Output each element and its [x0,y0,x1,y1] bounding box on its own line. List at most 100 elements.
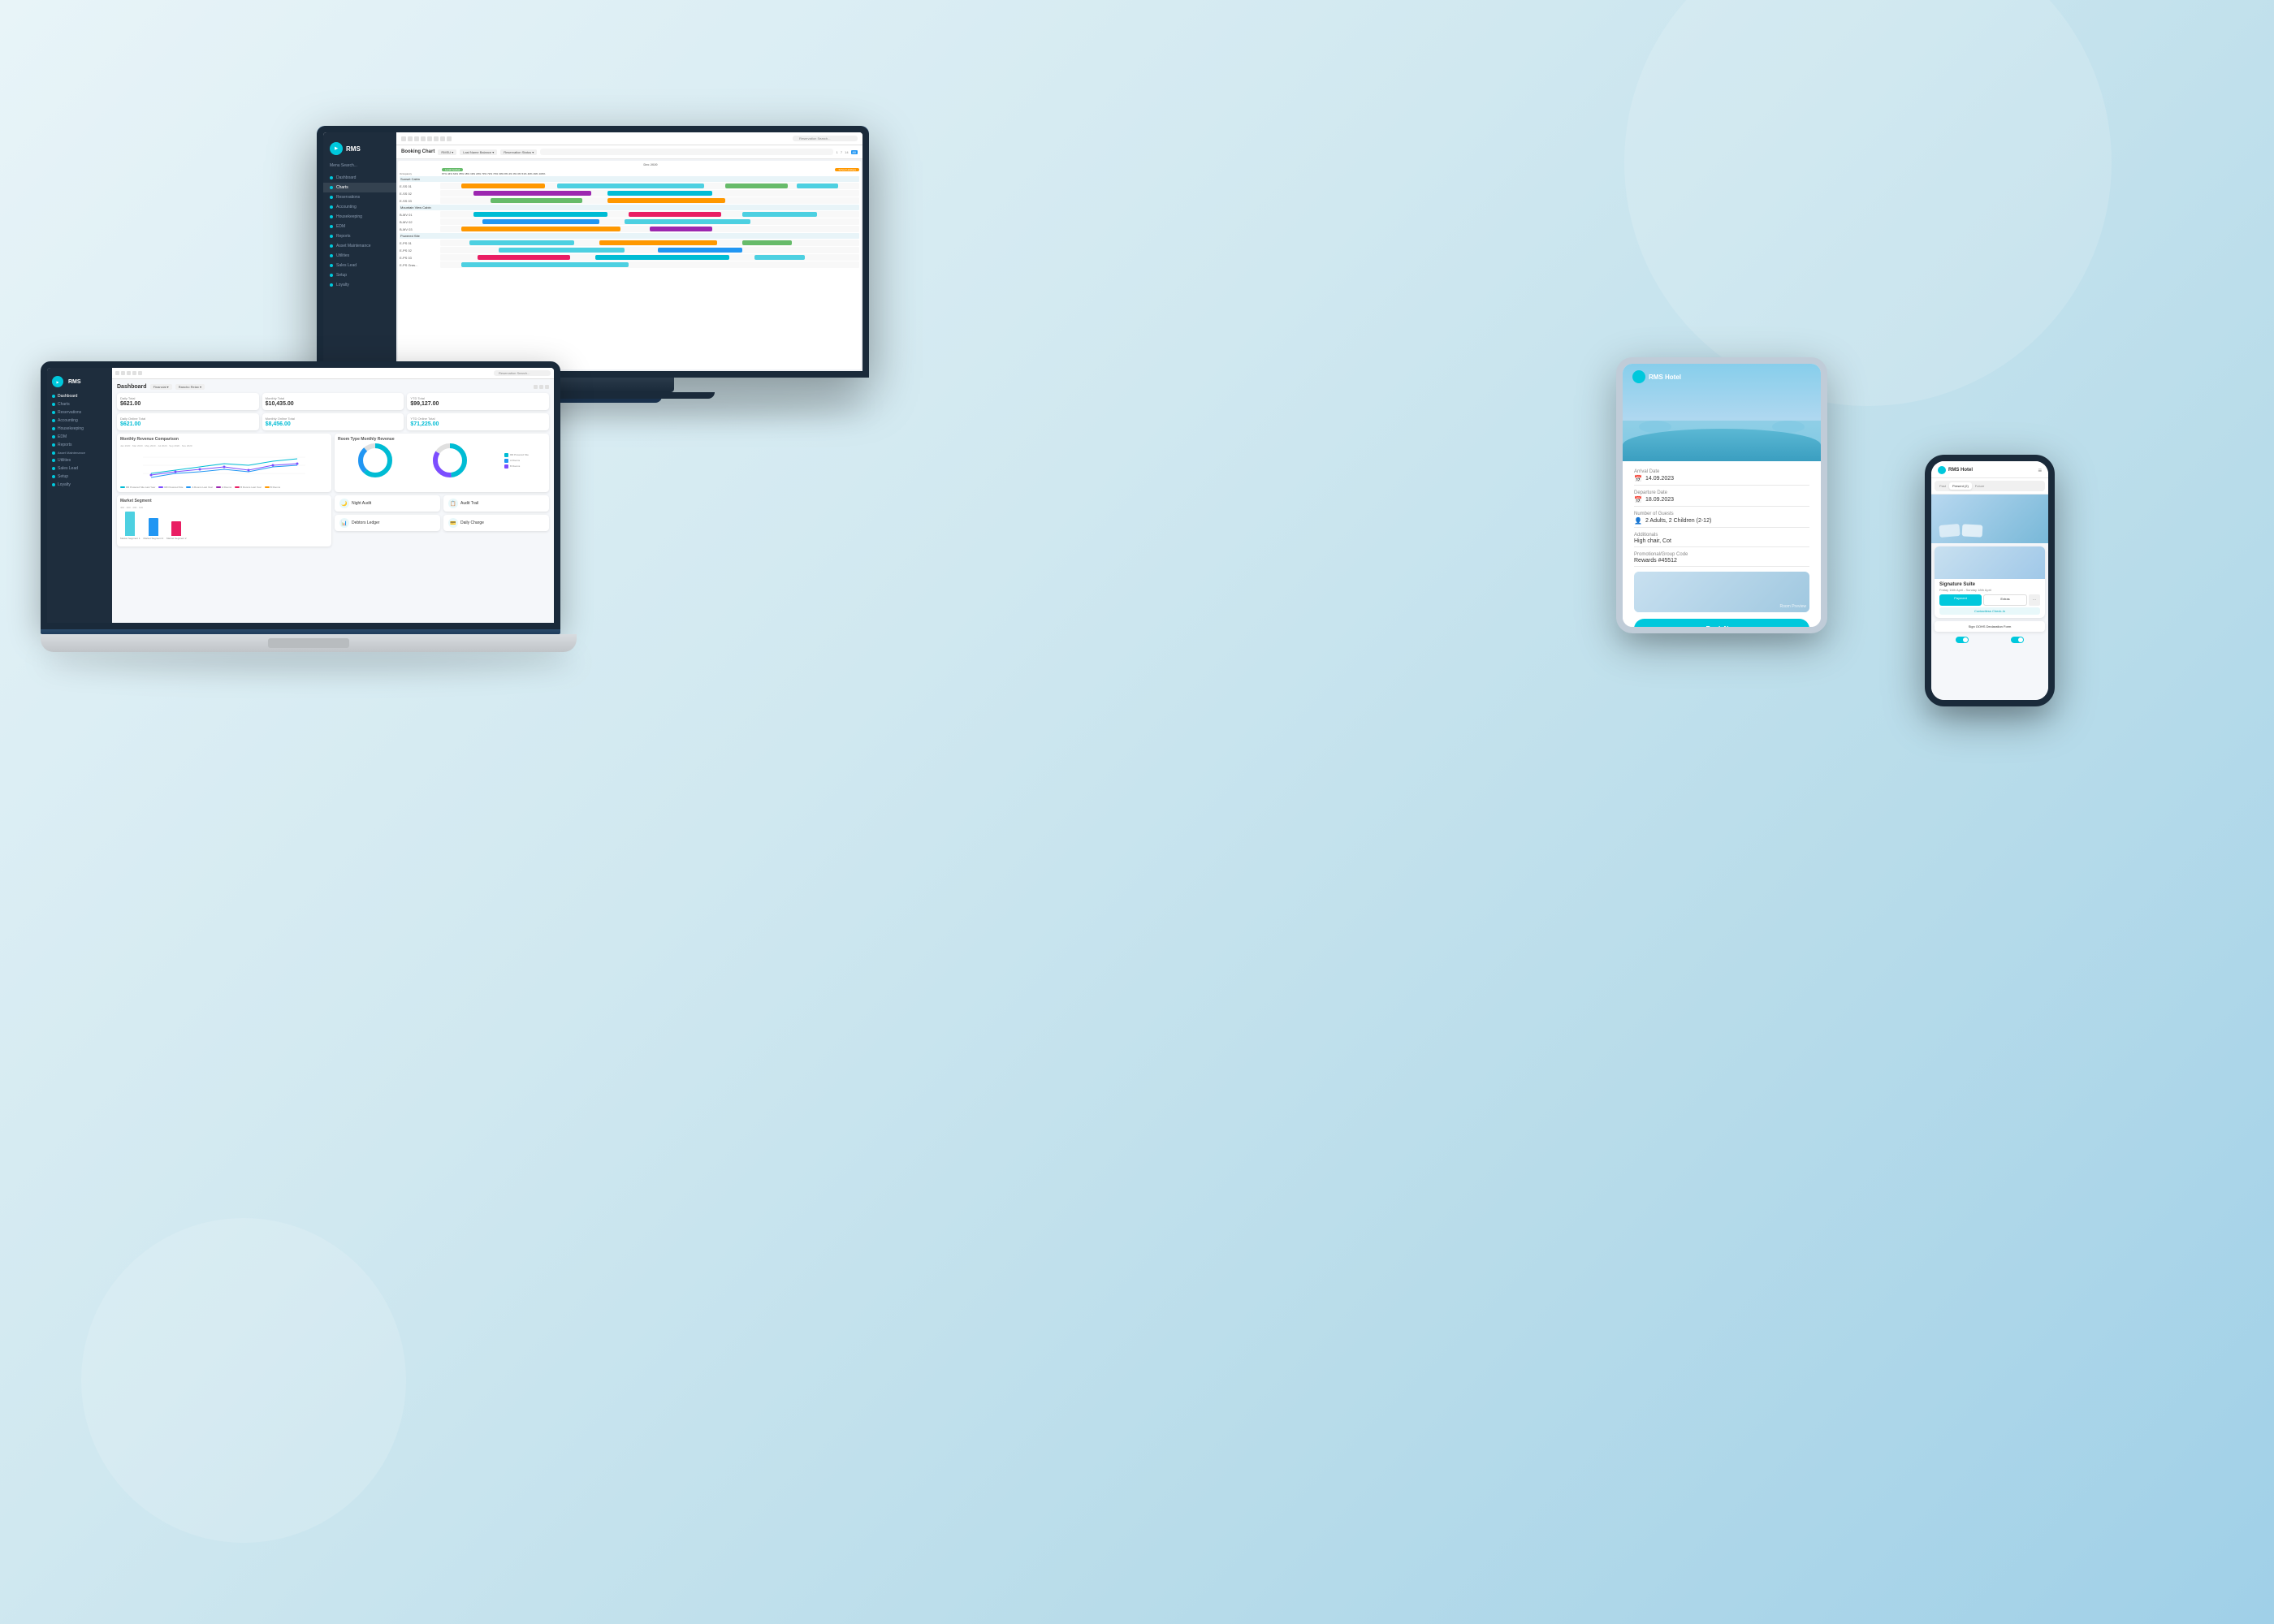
tablet-pool [1623,429,1821,461]
tablet: RMS Hotel Arrival Date 📅 14.09.2023 Depa… [1616,357,1827,633]
audit-trail-btn[interactable]: 📋 Audit Trail [443,495,549,512]
phone-room-info: Signature Suite Friday 16th April - Sund… [1935,579,2045,618]
monitor-nav-edm[interactable]: EDM [323,222,396,231]
phone-tab-past[interactable]: Past [1936,482,1949,490]
phone-tab-present[interactable]: Present (2) [1949,482,1972,490]
night-audit-icon: 🌙 [339,499,349,508]
daily-charge-icon: 💳 [448,518,458,528]
phone-action-buttons: Payment Extras ⋯ [1939,594,2040,606]
sign-form-btn[interactable]: Sign OOHS Declaration Form [1935,621,2045,632]
laptop-nav-utilities[interactable]: Utilities [47,456,112,464]
phone-header: RMS Hotel ≡ [1931,461,2048,478]
booking-row-ess01: E-SS 01 Price [400,183,859,189]
laptop: ▶ RMS Dashboard Charts Reservations Acco… [41,361,577,670]
tablet-hero-image: RMS Hotel [1623,364,1821,461]
monitor-nav-charts[interactable]: Charts [323,183,396,192]
checkin-btn[interactable]: Contactless Check-In [1939,607,2040,615]
laptop-nav-edm[interactable]: EDM [47,433,112,441]
more-options-btn[interactable]: ⋯ [2029,594,2040,606]
tablet-form: Arrival Date 📅 14.09.2023 Departure Date… [1623,461,1821,627]
monitor-logo-icon: ▶ [330,142,343,155]
monitor-menu-search: Menu Search... [323,162,396,170]
stat-daily-total: Daily Total $621.00 [117,393,259,410]
monitor-nav-asset[interactable]: Asset Maintenance [323,241,396,251]
debtors-ledger-btn[interactable]: 📊 Debtors Ledger [335,515,440,531]
extras-btn[interactable]: Extras [1983,594,2027,606]
monitor-logo: ▶ RMS [323,139,396,158]
donut-area: RR Powered Site A Rooms B Rooms [338,444,546,477]
monitor-nav-utilities[interactable]: Utilities [323,251,396,261]
charts-row: Monthly Revenue Comparison Jan 2020 · Ma… [117,434,549,492]
payment-btn[interactable]: Payment [1939,594,1982,606]
monitor-nav-reservations[interactable]: Reservations [323,192,396,202]
laptop-nav-loyalty[interactable]: Loyalty [47,481,112,489]
laptop-nav-asset-maint[interactable]: Asset Maintenance [47,449,112,456]
laptop-nav-reports[interactable]: Reports [47,441,112,449]
quick-actions-panel: 🌙 Night Audit 📋 Audit Trail [335,495,549,546]
guests-field: Number of Guests 👤 2 Adults, 2 Children … [1634,512,1809,528]
booking-row-ps03: E-PS 03 [400,254,859,261]
monitor-nav-loyalty[interactable]: Loyalty [323,280,396,290]
tablet-frame: RMS Hotel Arrival Date 📅 14.09.2023 Depa… [1616,357,1827,633]
booking-row-ps02: E-PS 02 [400,247,859,253]
laptop-nav-reservations[interactable]: Reservations [47,408,112,417]
laptop-trackpad[interactable] [268,638,349,648]
stat-monthly-online: Monthly Online Total $8,456.00 [262,413,404,430]
revenue-line-chart [120,449,328,482]
monitor-topbar: Reservation Search... [396,132,862,145]
rancho-dropdown[interactable]: Rancho Relax ▾ [175,384,205,390]
toggle-switch-1[interactable] [1956,637,1969,643]
bottom-row: Market Segment 400 · 300 · 200 · 100 Mar… [117,495,549,546]
monitor-sidebar: ▶ RMS Menu Search... Dashboard Charts Re… [323,132,396,371]
laptop-nav-sales-lead[interactable]: Sales Lead [47,464,112,473]
monitor-nav-setup[interactable]: Setup [323,270,396,280]
phone-logo-circle [1938,466,1946,474]
phone-room-image [1935,546,2045,579]
phone-menu-icon[interactable]: ≡ [2038,467,2042,474]
laptop-brand: RMS [68,379,81,385]
bar-col-1: Market Segment 1 [120,512,141,540]
laptop-nav-dashboard[interactable]: Dashboard [47,392,112,400]
tablet-logo-icon [1632,370,1645,383]
financial-dropdown[interactable]: Financial ▾ [150,384,172,390]
phone-hero-image [1931,495,2048,543]
monitor-rmsu-dropdown[interactable]: RMSU ▾ [438,149,456,155]
laptop-logo: ▶ RMS [47,373,112,391]
tablet-logo: RMS Hotel [1632,370,1681,383]
phone-tab-future[interactable]: Future [1972,482,1988,490]
laptop-nav-setup[interactable]: Setup [47,473,112,481]
promo-field: Promotional/Group Code Rewards #45512 [1634,552,1809,567]
booking-row-bmv03: B-MV 03 [400,226,859,232]
toggle-2 [2011,637,2024,643]
tablet-brand: RMS Hotel [1649,374,1681,381]
monitor-nav-accounting[interactable]: Accounting [323,202,396,212]
night-audit-btn[interactable]: 🌙 Night Audit [335,495,440,512]
stat-ytd-total: YTD Total $99,127.00 [407,393,549,410]
monitor-screen: ▶ RMS Menu Search... Dashboard Charts Re… [317,126,869,378]
phone-room-card-signature: Signature Suite Friday 16th April - Sund… [1935,546,2045,618]
booking-row-ps01: E-PS 01 [400,240,859,246]
laptop-main-area: Reservation Search... Dashboard Financia… [112,368,554,623]
monitor-status-dropdown[interactable]: Reservation Status ▾ [500,149,537,155]
toggle-switch-2[interactable] [2011,637,2024,643]
bar-col-3: Market Segment 2 [166,521,187,540]
dashboard-title-row: Dashboard Financial ▾ Rancho Relax ▾ [117,384,549,390]
monitor-nav-reports[interactable]: Reports [323,231,396,241]
book-now-button[interactable]: Book Now [1634,619,1809,627]
daily-charge-btn[interactable]: 💳 Daily Charge [443,515,549,531]
laptop-nav-accounting[interactable]: Accounting [47,417,112,425]
monitor-nav-sales-lead[interactable]: Sales Lead [323,261,396,270]
monitor-brand: RMS [346,145,361,153]
phone: RMS Hotel ≡ Past Present (2) Future [1925,455,2055,706]
promo-value: Rewards #45512 [1634,558,1809,567]
monitor-main: Reservation Search... Booking Chart RMSU… [396,132,862,371]
monitor-balance-dropdown[interactable]: Last Name Balance ▾ [460,149,497,155]
debtors-ledger-icon: 📊 [339,518,349,528]
phone-tabs-row: Past Present (2) Future [1931,478,2048,495]
monitor-nav-dashboard[interactable]: Dashboard [323,173,396,183]
laptop-screen: ▶ RMS Dashboard Charts Reservations Acco… [41,361,560,629]
audit-trail-icon: 📋 [448,499,458,508]
monitor-nav-housekeeping[interactable]: Housekeeping [323,212,396,222]
laptop-nav-charts[interactable]: Charts [47,400,112,408]
laptop-nav-housekeeping[interactable]: Housekeeping [47,425,112,433]
